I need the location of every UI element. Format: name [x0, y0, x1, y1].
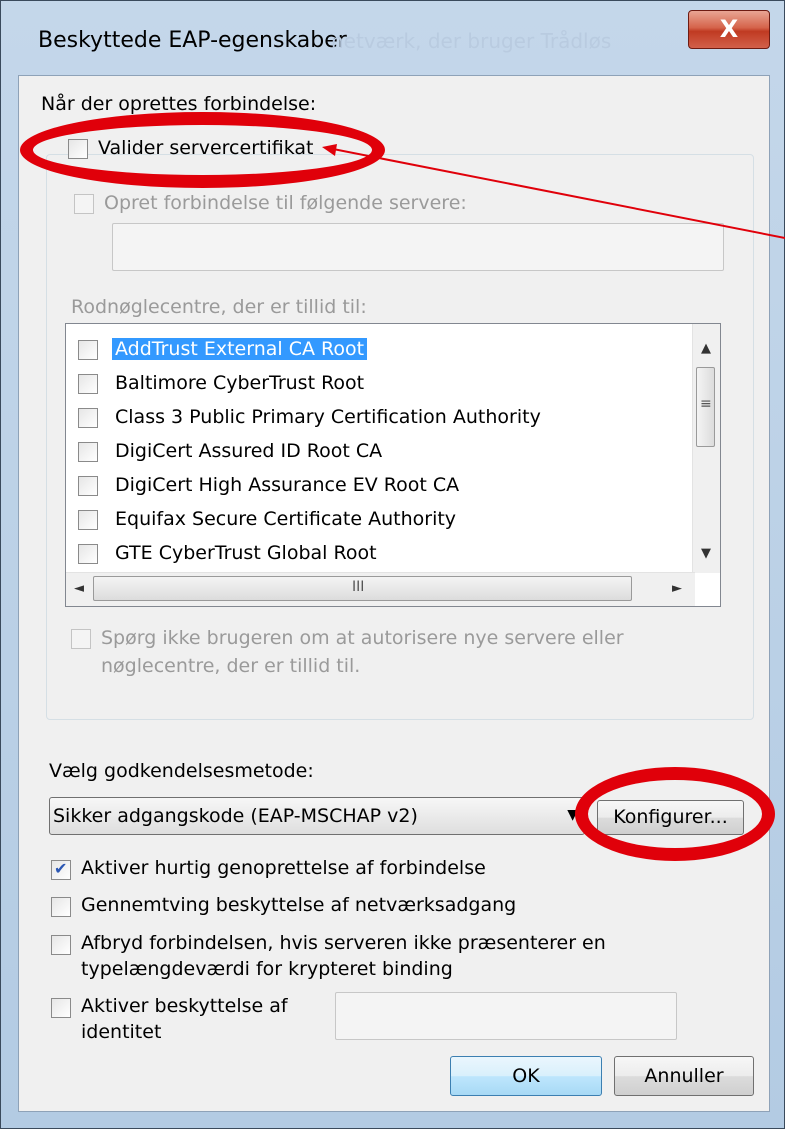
root-ca-checkbox[interactable]: [78, 476, 98, 496]
horizontal-scroll-thumb[interactable]: III: [93, 576, 632, 601]
dont-prompt-label-line1: Spørg ikke brugeren om at autorisere nye…: [101, 627, 624, 649]
nap-checkbox[interactable]: [51, 897, 71, 917]
root-ca-label: Rodnøglecentre, der er tillid til:: [71, 296, 367, 318]
auth-method-select[interactable]: Sikker adgangskode (EAP-MSCHAP v2) ▼: [49, 797, 585, 835]
list-item[interactable]: Equifax Secure Certificate Authority: [66, 504, 692, 537]
cancel-button[interactable]: Annuller: [614, 1056, 754, 1096]
root-ca-label-item: GTE CyberTrust Global Root: [115, 542, 377, 564]
identity-privacy-label-line2[interactable]: identitet: [81, 1021, 161, 1043]
identity-privacy-checkbox[interactable]: [51, 998, 71, 1018]
root-ca-label-item: Equifax Secure Certificate Authority: [115, 508, 457, 530]
root-ca-checkbox[interactable]: [78, 442, 98, 462]
root-ca-checkbox[interactable]: [78, 544, 98, 564]
fast-reconnect-checkbox[interactable]: [51, 859, 71, 880]
scroll-left-icon[interactable]: ◄: [74, 581, 84, 596]
auth-method-label: Vælg godkendelsesmetode:: [49, 760, 314, 782]
connect-servers-label: Opret forbindelse til følgende servere:: [104, 192, 467, 214]
root-ca-label-item: Class 3 Public Primary Certification Aut…: [115, 406, 541, 428]
dialog-client-area: Når der oprettes forbindelse: Valider se…: [18, 75, 770, 1112]
root-ca-label-item: DigiCert Assured ID Root CA: [115, 440, 383, 462]
root-ca-label-item: AddTrust External CA Root: [112, 338, 368, 360]
ok-button[interactable]: OK: [450, 1056, 602, 1096]
root-ca-list[interactable]: AddTrust External CA Root Baltimore Cybe…: [65, 323, 721, 607]
list-item[interactable]: Baltimore CyberTrust Root: [66, 368, 692, 401]
fast-reconnect-label[interactable]: Aktiver hurtig genoprettelse af forbinde…: [81, 857, 486, 879]
close-button[interactable]: X: [688, 10, 770, 49]
window-title: Beskyttede EAP-egenskaber: [38, 28, 347, 53]
connect-servers-checkbox[interactable]: [74, 194, 94, 214]
servers-input[interactable]: [112, 223, 724, 271]
list-item[interactable]: AddTrust External CA Root: [66, 334, 692, 367]
list-item[interactable]: GTE CyberTrust Global Root: [66, 538, 692, 571]
title-bar[interactable]: Beskyttede EAP-egenskaber netværk, der b…: [1, 1, 784, 75]
scroll-up-icon[interactable]: ▲: [701, 341, 711, 356]
crypto-binding-checkbox[interactable]: [51, 935, 71, 955]
root-ca-label-item: Baltimore CyberTrust Root: [115, 372, 365, 394]
highlight-ellipse-validate: [20, 112, 385, 188]
grip-icon: ≡: [700, 396, 712, 412]
root-ca-checkbox[interactable]: [78, 340, 98, 360]
horizontal-scrollbar[interactable]: ◄ III ►: [66, 572, 695, 606]
scroll-right-icon[interactable]: ►: [672, 581, 682, 596]
grip-icon: III: [352, 579, 365, 595]
dont-prompt-checkbox[interactable]: [71, 629, 91, 649]
background-window-text: netværk, der bruger Trådløs: [331, 29, 612, 53]
scroll-down-icon[interactable]: ▼: [701, 546, 711, 561]
identity-input[interactable]: [335, 992, 677, 1040]
crypto-binding-label-line1[interactable]: Afbryd forbindelsen, hvis serveren ikke …: [81, 932, 606, 954]
root-ca-checkbox[interactable]: [78, 408, 98, 428]
root-ca-checkbox[interactable]: [78, 374, 98, 394]
dont-prompt-label-line2: nøglecentre, der er tillid til.: [101, 655, 361, 677]
identity-privacy-label-line1[interactable]: Aktiver beskyttelse af: [81, 995, 288, 1017]
list-item[interactable]: DigiCert High Assurance EV Root CA: [66, 470, 692, 503]
list-item[interactable]: DigiCert Assured ID Root CA: [66, 436, 692, 469]
crypto-binding-label-line2[interactable]: typelængdeværdi for krypteret binding: [81, 958, 453, 980]
vertical-scroll-thumb[interactable]: ≡: [696, 367, 715, 447]
vertical-scrollbar[interactable]: ▲ ≡ ▼: [692, 324, 720, 573]
highlight-ellipse-configure: [575, 767, 775, 861]
nap-label[interactable]: Gennemtving beskyttelse af netværksadgan…: [81, 894, 516, 916]
auth-method-value: Sikker adgangskode (EAP-MSCHAP v2): [53, 805, 418, 827]
root-ca-checkbox[interactable]: [78, 510, 98, 530]
root-ca-label-item: DigiCert High Assurance EV Root CA: [115, 474, 460, 496]
list-item[interactable]: Class 3 Public Primary Certification Aut…: [66, 402, 692, 435]
